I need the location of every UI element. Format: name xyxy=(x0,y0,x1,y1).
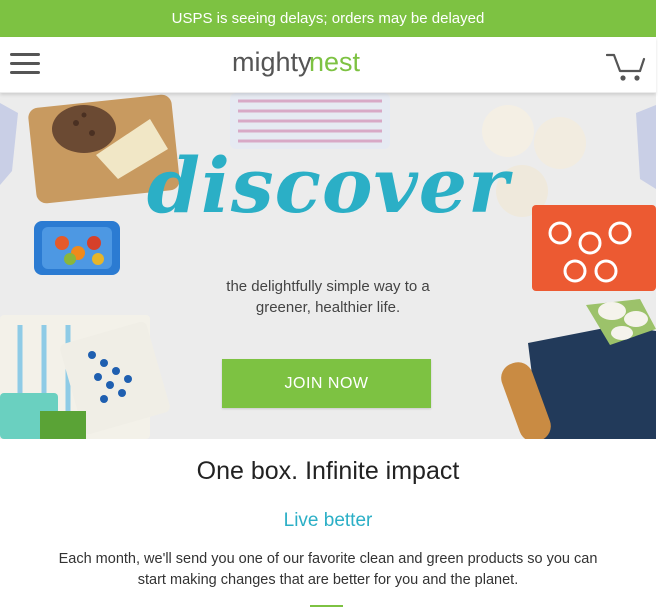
logo-text-mighty: mighty xyxy=(232,47,312,77)
hero-subtitle-line2: greener, healthier life. xyxy=(255,299,401,316)
green-divider xyxy=(310,605,343,607)
site-header: mighty nest xyxy=(0,37,656,93)
hero-subtitle: the delightfully simple way to a greener… xyxy=(188,276,468,318)
announcement-banner: USPS is seeing delays; orders may be del… xyxy=(0,0,656,37)
join-now-button[interactable]: JOIN NOW xyxy=(222,359,431,408)
shopping-cart-icon[interactable] xyxy=(606,51,646,83)
hero-subtitle-line1: the delightfully simple way to a xyxy=(226,278,430,295)
mightynest-logo[interactable]: mighty nest xyxy=(232,43,372,87)
hero-section: discover the delightfully simple way to … xyxy=(0,93,656,439)
hero-title: discover xyxy=(146,141,510,230)
announcement-text: USPS is seeing delays; orders may be del… xyxy=(171,10,485,27)
body-text-line2: start making changes that are better for… xyxy=(137,572,519,588)
section-body-text: Each month, we'll send you one of our fa… xyxy=(28,549,628,591)
section-subhead: Live better xyxy=(283,510,373,531)
logo-text-nest: nest xyxy=(309,47,361,77)
section-headline: One box. Infinite impact xyxy=(196,457,460,485)
hamburger-menu-icon[interactable] xyxy=(10,53,40,77)
body-text-line1: Each month, we'll send you one of our fa… xyxy=(58,551,598,567)
